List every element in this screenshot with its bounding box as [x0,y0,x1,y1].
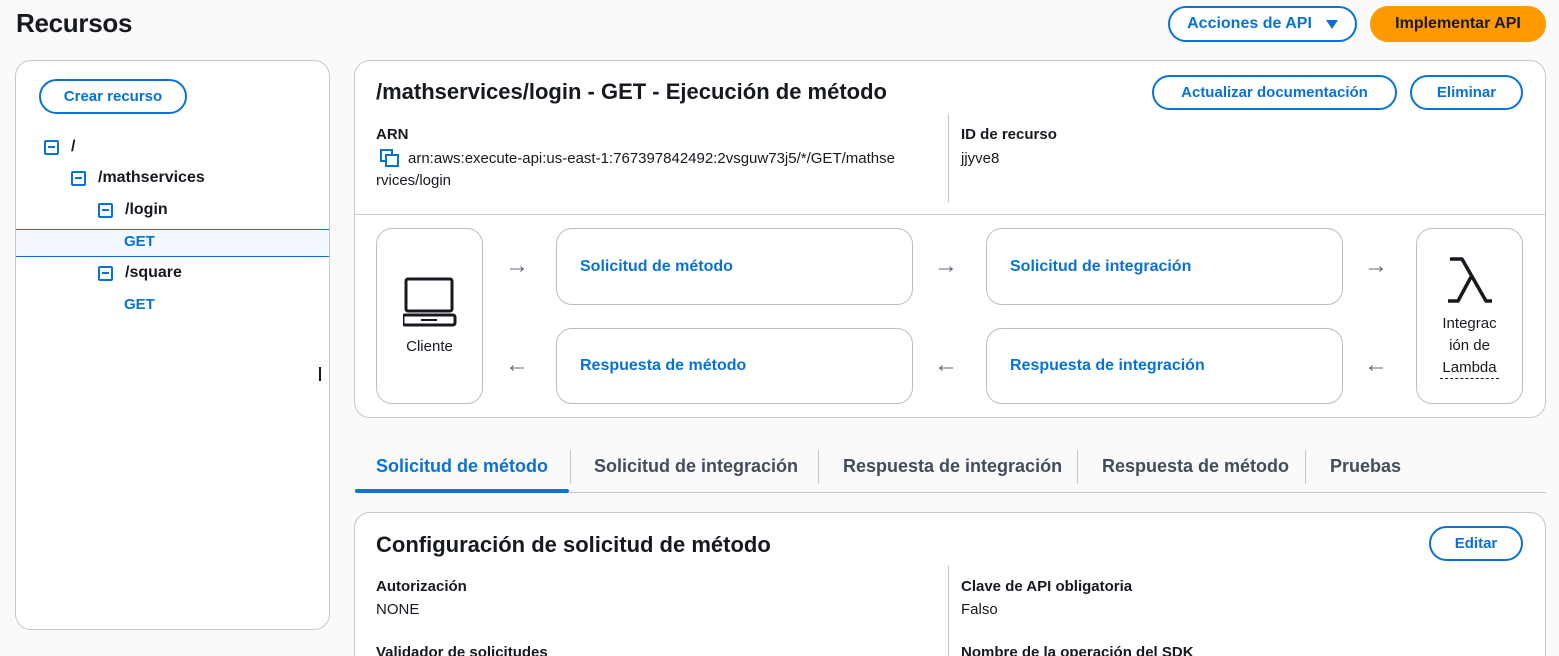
lambda-label-line1: Integrac [1442,315,1497,332]
collapse-icon[interactable] [98,202,113,218]
tree-item-label: /mathservices [98,169,205,186]
page-title: Recursos [16,8,133,38]
method-response-link[interactable]: Respuesta de método [580,357,746,375]
collapse-icon[interactable] [98,265,113,281]
resource-id-label: ID de recurso [961,126,1057,143]
arrow-left-icon: ← [505,351,529,378]
resource-id-value: jjyve8 [961,150,1000,167]
update-documentation-button[interactable]: Actualizar documentación [1152,75,1397,110]
vertical-divider [948,566,949,656]
lambda-label-line2: ión de [1449,337,1490,354]
integration-request-link[interactable]: Solicitud de integración [1010,258,1191,276]
arrow-left-icon: ← [934,351,958,378]
collapse-icon[interactable] [71,170,86,186]
api-actions-label: Acciones de API [1187,15,1312,32]
computer-icon [401,277,457,334]
arrow-right-icon: → [1364,252,1388,279]
tab-integration-response[interactable]: Respuesta de integración [843,456,1062,477]
tree-item-square[interactable]: /square [98,264,182,282]
delete-button[interactable]: Eliminar [1410,75,1523,110]
edit-button[interactable]: Editar [1429,526,1523,561]
lambda-label-line3[interactable]: Lambda [1440,359,1499,379]
tree-item-root[interactable]: / [44,138,75,156]
arn-value-line1: arn:aws:execute-api:us-east-1:7673978424… [408,150,895,167]
tree-item-mathservices[interactable]: /mathservices [71,169,205,187]
tab-separator [1305,450,1306,484]
client-box: Cliente [376,228,483,404]
tab-separator [1077,450,1078,484]
create-resource-button[interactable]: Crear recurso [39,79,187,114]
authorization-value: NONE [376,601,420,618]
tree-item-label: / [71,138,76,155]
collapse-icon[interactable] [44,139,59,155]
active-tab-indicator [355,489,569,493]
tab-method-request[interactable]: Solicitud de método [376,456,548,477]
api-key-required-value: Falso [961,601,998,618]
tabs-baseline [569,492,1546,493]
authorization-label: Autorización [376,578,467,595]
panel-resize-handle[interactable] [319,367,321,381]
arrow-right-icon: → [934,252,958,279]
method-request-link[interactable]: Solicitud de método [580,258,733,276]
caret-down-icon [1325,19,1338,29]
copy-icon[interactable] [380,149,400,167]
vertical-divider [948,114,949,202]
tree-item-square-get[interactable]: GET [124,296,155,313]
api-actions-button[interactable]: Acciones de API [1168,6,1357,42]
tree-item-login[interactable]: /login [98,201,168,219]
arrow-right-icon: → [505,252,529,279]
arn-value-line2: rvices/login [376,172,452,189]
lambda-integration-box: Integrac ión de Lambda [1416,228,1523,404]
horizontal-divider [355,214,1545,215]
method-title: /mathservices/login - GET - Ejecución de… [376,79,887,104]
api-key-required-label: Clave de API obligatoria [961,578,1133,595]
config-title: Configuración de solicitud de método [376,532,771,557]
arrow-left-icon: ← [1364,351,1388,378]
integration-response-link[interactable]: Respuesta de integración [1010,357,1205,375]
request-validator-label: Validador de solicitudes [376,644,548,656]
tab-separator [570,450,571,484]
tree-item-label: /square [125,264,182,281]
tab-integration-request[interactable]: Solicitud de integración [594,456,798,477]
lambda-icon [1444,253,1496,312]
client-label: Cliente [406,338,453,355]
tab-method-response[interactable]: Respuesta de método [1102,456,1289,477]
tab-separator [818,450,819,484]
deploy-api-button[interactable]: Implementar API [1370,6,1546,42]
tab-tests[interactable]: Pruebas [1330,456,1401,477]
arn-label: ARN [376,126,409,143]
tree-item-login-get[interactable]: GET [124,233,155,250]
tree-selected-highlight [16,229,329,257]
sdk-operation-name-label: Nombre de la operación del SDK [961,644,1194,656]
tree-item-label: /login [125,201,168,218]
